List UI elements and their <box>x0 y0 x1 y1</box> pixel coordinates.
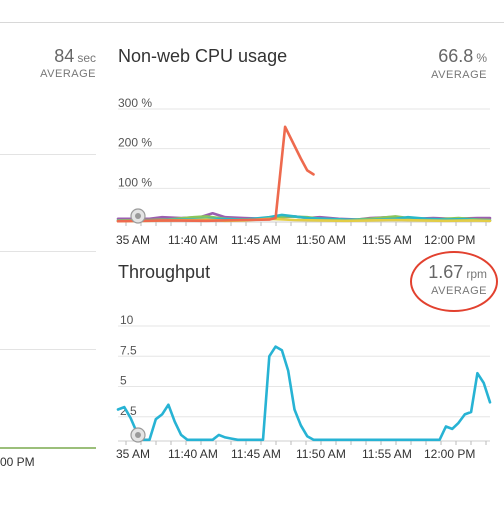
x-tick-label: 11:45 AM <box>231 233 281 247</box>
x-tick-label: 12:00 PM <box>424 447 475 461</box>
y-tick-label: 10 <box>120 313 134 327</box>
x-tick-label: 12:00 PM <box>424 233 475 247</box>
range-handle-dot <box>135 213 141 219</box>
x-tick-label: 11:55 AM <box>362 233 412 247</box>
y-tick-label: 7.5 <box>120 343 137 357</box>
x-tick-label: 11:50 AM <box>296 447 346 461</box>
x-tick-label: 11:50 AM <box>296 233 346 247</box>
y-tick-label: 300 % <box>118 96 152 110</box>
x-tick-label: 11:40 AM <box>168 447 218 461</box>
x-tick-label: 11:40 AM <box>168 233 218 247</box>
y-tick-label: 100 % <box>118 175 152 189</box>
y-tick-label: 5 <box>120 374 127 388</box>
x-tick-label: 35 AM <box>116 233 150 247</box>
x-tick-label: 11:55 AM <box>362 447 412 461</box>
series-line <box>116 345 492 442</box>
x-tick-label: 11:45 AM <box>231 447 281 461</box>
range-handle-dot <box>135 432 141 438</box>
x-tick-label: 35 AM <box>116 447 150 461</box>
y-tick-label: 200 % <box>118 136 152 150</box>
charts-canvas: 300 % 200 % 100 % 35 AM 11:40 AM 11:45 AM 11:5… <box>116 96 492 461</box>
